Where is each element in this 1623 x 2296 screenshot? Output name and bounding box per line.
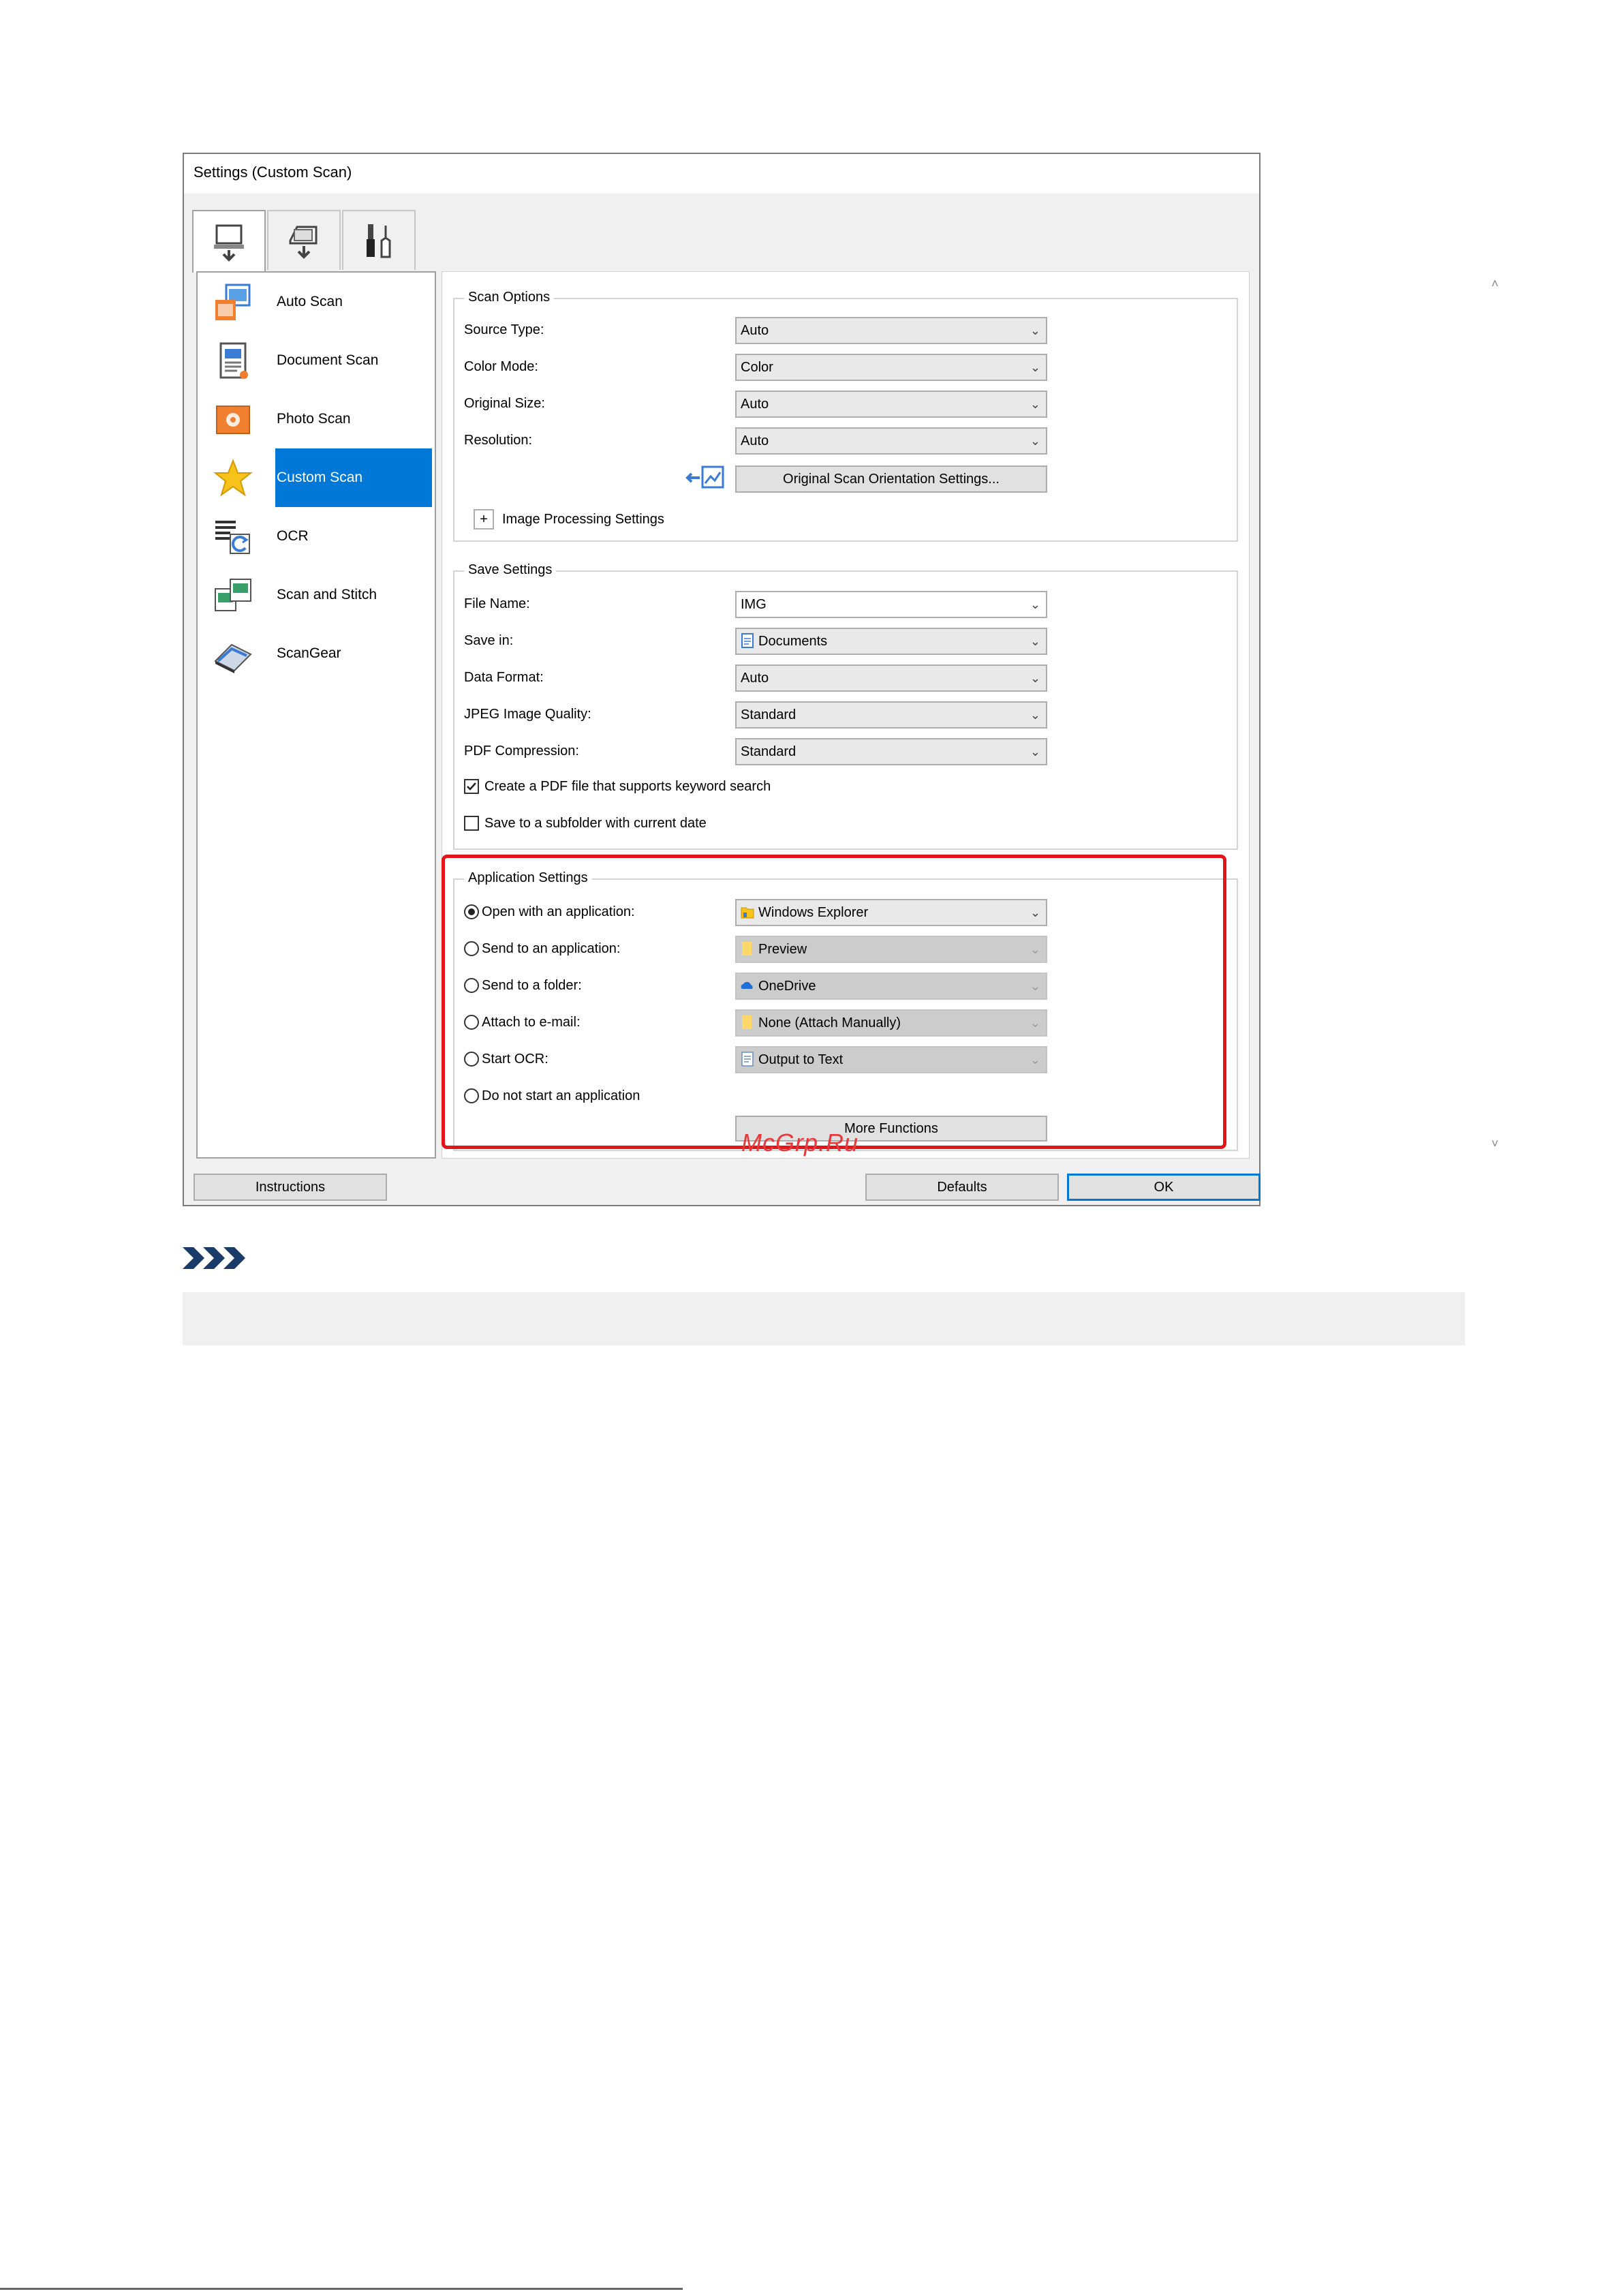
source-type-select[interactable]: Auto ⌄ — [735, 317, 1047, 344]
sidebar-item-document-scan[interactable]: Document Scan — [198, 331, 435, 390]
chevron-down-icon: ⌄ — [1030, 324, 1040, 337]
document-scan-icon — [219, 342, 248, 379]
chevron-down-icon: ⌄ — [1030, 598, 1040, 611]
star-icon — [213, 459, 253, 497]
scroll-up-icon[interactable]: ˄ — [1489, 277, 1501, 290]
jpeg-quality-value: Standard — [741, 707, 797, 722]
group-title: Save Settings — [464, 562, 557, 578]
save-settings-group: Save Settings File Name: IMG ⌄ Save in: D… — [453, 562, 1238, 850]
auto-scan-icon — [215, 284, 251, 320]
sidebar-item-label: Auto Scan — [277, 294, 343, 309]
source-type-label: Source Type: — [464, 322, 544, 337]
window-title: Settings (Custom Scan) — [194, 164, 352, 181]
save-in-label: Save in: — [464, 633, 514, 648]
subfolder-label: Save to a subfolder with current date — [484, 816, 707, 831]
keyword-search-checkbox[interactable] — [464, 779, 479, 794]
file-name-value: IMG — [741, 597, 767, 612]
sidebar-item-scangear[interactable]: ScanGear — [198, 624, 435, 683]
save-in-value: Documents — [758, 634, 828, 649]
chevron-down-icon: ⌄ — [1030, 634, 1040, 648]
jpeg-quality-select[interactable]: Standard ⌄ — [735, 701, 1047, 729]
sidebar-item-photo-scan[interactable]: Photo Scan — [198, 390, 435, 448]
original-size-select[interactable]: Auto ⌄ — [735, 391, 1047, 418]
sidebar-item-auto-scan[interactable]: Auto Scan — [198, 273, 435, 331]
original-size-label: Original Size: — [464, 396, 545, 411]
orientation-settings-button[interactable]: Original Scan Orientation Settings... — [735, 465, 1047, 493]
data-format-value: Auto — [741, 671, 769, 686]
subfolder-checkbox[interactable] — [464, 816, 479, 831]
color-mode-select[interactable]: Color ⌄ — [735, 354, 1047, 381]
color-mode-value: Color — [741, 360, 773, 375]
documents-folder-icon — [741, 632, 754, 648]
sidebar-item-label: Document Scan — [277, 352, 379, 368]
scan-orientation-icon — [685, 465, 724, 489]
instructions-button[interactable]: Instructions — [194, 1174, 387, 1201]
tab-scan-from-panel[interactable] — [267, 210, 341, 270]
resolution-select[interactable]: Auto ⌄ — [735, 427, 1047, 455]
sidebar-item-label: OCR — [277, 528, 309, 544]
scan-options-group: Scan Options Source Type: Auto ⌄ Color Mo… — [453, 290, 1238, 542]
watermark: McGrp.Ru — [741, 1129, 859, 1157]
checkmark-icon — [467, 782, 476, 791]
note-bar — [183, 1292, 1465, 1345]
ocr-icon — [215, 521, 250, 554]
chevron-down-icon: ⌄ — [1030, 397, 1040, 411]
tab-general-settings[interactable] — [342, 210, 416, 270]
chevron-down-icon: ⌄ — [1030, 361, 1040, 374]
save-in-select[interactable]: Documents ⌄ — [735, 628, 1047, 655]
sidebar-item-custom-scan[interactable]: Custom Scan — [198, 448, 435, 507]
color-mode-label: Color Mode: — [464, 359, 538, 374]
general-settings-icon — [367, 224, 391, 258]
highlight-frame — [442, 855, 1226, 1149]
tab-scan-from-computer[interactable] — [192, 210, 266, 273]
resolution-value: Auto — [741, 433, 769, 448]
data-format-label: Data Format: — [464, 670, 544, 685]
ok-button[interactable]: OK — [1067, 1174, 1261, 1201]
scan-and-stitch-icon — [215, 579, 251, 611]
sidebar-item-scan-and-stitch[interactable]: Scan and Stitch — [198, 566, 435, 624]
data-format-select[interactable]: Auto ⌄ — [735, 664, 1047, 692]
pdf-compression-select[interactable]: Standard ⌄ — [735, 738, 1047, 765]
expand-button[interactable]: + — [474, 509, 494, 530]
pdf-compression-value: Standard — [741, 744, 797, 759]
source-type-value: Auto — [741, 323, 769, 338]
jpeg-quality-label: JPEG Image Quality: — [464, 707, 591, 722]
divider — [0, 2288, 683, 2290]
sidebar-item-label: Photo Scan — [277, 411, 351, 427]
computer-scan-icon — [214, 224, 244, 262]
chevron-down-icon: ⌄ — [1030, 708, 1040, 722]
file-name-field[interactable]: IMG ⌄ — [735, 591, 1047, 618]
sidebar-item-label: Custom Scan — [275, 448, 432, 507]
defaults-button[interactable]: Defaults — [865, 1174, 1059, 1201]
vertical-scrollbar[interactable]: ˄ ˅ — [1485, 272, 1505, 1158]
resolution-label: Resolution: — [464, 433, 533, 448]
scan-from-panel-icon — [289, 226, 318, 259]
sidebar-item-label: ScanGear — [277, 645, 341, 661]
keyword-search-label: Create a PDF file that supports keyword … — [484, 779, 771, 794]
sidebar-item-label: Scan and Stitch — [277, 587, 377, 602]
note-chevrons-icon — [183, 1247, 245, 1269]
photo-scan-icon — [216, 405, 250, 434]
image-processing-label: Image Processing Settings — [502, 512, 664, 527]
scan-mode-list: Auto Scan Document Scan Photo Scan Custo… — [196, 271, 436, 1159]
pdf-compression-label: PDF Compression: — [464, 744, 579, 759]
chevron-down-icon: ⌄ — [1030, 671, 1040, 685]
original-size-value: Auto — [741, 397, 769, 412]
group-title: Scan Options — [464, 290, 555, 305]
scanner-icon — [214, 643, 252, 673]
scroll-down-icon[interactable]: ˅ — [1489, 1137, 1501, 1150]
chevron-down-icon: ⌄ — [1030, 434, 1040, 448]
file-name-label: File Name: — [464, 596, 530, 611]
title-bar: Settings (Custom Scan) — [184, 154, 1259, 194]
chevron-down-icon: ⌄ — [1030, 745, 1040, 759]
sidebar-item-ocr[interactable]: OCR — [198, 507, 435, 566]
